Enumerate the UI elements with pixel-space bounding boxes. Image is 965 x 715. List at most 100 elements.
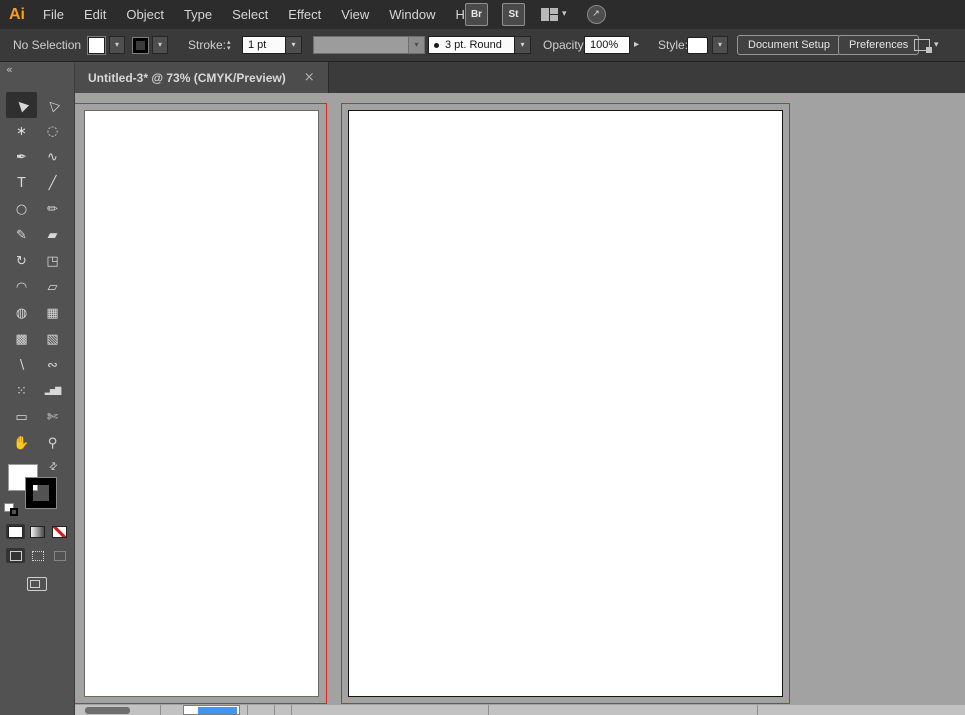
menu-effect[interactable]: Effect bbox=[278, 0, 331, 29]
stroke-weight-dropdown-icon[interactable]: ▾ bbox=[286, 36, 302, 54]
magic-wand-tool-icon: ∗ bbox=[16, 123, 27, 139]
horizontal-scrollbar-thumb[interactable] bbox=[85, 707, 130, 714]
menu-edit[interactable]: Edit bbox=[74, 0, 116, 29]
zoom-tool[interactable]: ⚲ bbox=[37, 430, 68, 456]
panel-extra-options[interactable]: ▾ bbox=[914, 29, 939, 61]
close-tab-icon[interactable]: × bbox=[304, 71, 315, 84]
pen-tool[interactable]: ✒ bbox=[6, 144, 37, 170]
drawing-modes-row bbox=[6, 548, 69, 563]
mesh-tool[interactable]: ▩ bbox=[6, 326, 37, 352]
selection-tool-icon: ▶ bbox=[12, 96, 31, 114]
gradient-button[interactable] bbox=[28, 524, 47, 539]
chevron-down-icon[interactable]: ▾ bbox=[152, 36, 168, 54]
menu-type[interactable]: Type bbox=[174, 0, 222, 29]
change-screen-mode-button[interactable] bbox=[20, 572, 54, 596]
artboard-tool[interactable]: ▭ bbox=[6, 404, 37, 430]
style-swatch[interactable] bbox=[687, 36, 708, 54]
stroke-weight-stepper[interactable]: ▴ ▾ bbox=[227, 29, 231, 61]
symbol-sprayer-tool[interactable]: ⁙ bbox=[6, 378, 37, 404]
draw-behind-button[interactable] bbox=[28, 548, 47, 563]
perspective-grid-tool-icon: ▦ bbox=[46, 305, 59, 321]
zoom-level-field[interactable] bbox=[183, 705, 240, 715]
document-tab[interactable]: Untitled-3* @ 73% (CMYK/Preview) × bbox=[75, 62, 329, 93]
default-fill-stroke-icon[interactable] bbox=[4, 503, 18, 516]
preferences-button[interactable]: Preferences bbox=[838, 35, 920, 55]
none-button[interactable] bbox=[50, 524, 69, 539]
slice-tool[interactable]: ✄ bbox=[37, 404, 68, 430]
document-setup-button[interactable]: Document Setup bbox=[737, 35, 841, 55]
stroke-color-control[interactable]: ▾ bbox=[133, 29, 168, 61]
workspace-switcher-icon[interactable] bbox=[541, 7, 558, 22]
eyedropper-tool[interactable]: ∖ bbox=[6, 352, 37, 378]
chevron-down-icon[interactable]: ▾ bbox=[109, 36, 125, 54]
symbol-sprayer-tool-icon: ⁙ bbox=[16, 383, 27, 399]
selection-status-label: No Selection bbox=[13, 38, 82, 52]
direct-selection-tool[interactable]: ▷ bbox=[37, 92, 68, 118]
menu-file[interactable]: File bbox=[33, 0, 74, 29]
rotate-tool[interactable]: ↻ bbox=[6, 248, 37, 274]
column-graph-tool[interactable]: ▂▅▇ bbox=[37, 378, 68, 404]
opacity-label[interactable]: Opacity: bbox=[543, 38, 587, 52]
hand-tool[interactable]: ✋ bbox=[6, 430, 37, 456]
lasso-tool[interactable]: ◌ bbox=[37, 118, 68, 144]
stroke-color-indicator[interactable] bbox=[26, 478, 56, 508]
document-tab-bar: Untitled-3* @ 73% (CMYK/Preview) × bbox=[75, 62, 965, 93]
width-tool[interactable]: ◠ bbox=[6, 274, 37, 300]
free-transform-tool[interactable]: ▱ bbox=[37, 274, 68, 300]
swap-fill-stroke-icon[interactable]: ⇄ bbox=[47, 460, 61, 474]
stroke-label: Stroke: bbox=[188, 38, 227, 52]
document-setup-group: Document Setup bbox=[737, 29, 841, 61]
rotate-tool-icon: ↻ bbox=[16, 253, 27, 269]
chevron-down-icon[interactable]: ▾ bbox=[562, 10, 567, 19]
stepper-down-icon: ▾ bbox=[227, 44, 231, 52]
go-to-bridge-button[interactable]: Br bbox=[465, 3, 488, 26]
magic-wand-tool[interactable]: ∗ bbox=[6, 118, 37, 144]
style-dropdown-icon[interactable]: ▾ bbox=[712, 36, 728, 54]
stroke-weight-input[interactable]: 1 pt bbox=[242, 36, 286, 54]
brush-dropdown-icon[interactable]: ▾ bbox=[515, 36, 531, 54]
gradient-tool[interactable]: ▧ bbox=[37, 326, 68, 352]
draw-normal-button[interactable] bbox=[6, 548, 25, 563]
stroke-color-swatch[interactable] bbox=[133, 37, 148, 53]
pencil-tool-icon: ✎ bbox=[16, 227, 27, 243]
shape-builder-tool[interactable]: ◍ bbox=[6, 300, 37, 326]
status-bar[interactable] bbox=[75, 705, 965, 715]
gpu-performance-icon[interactable]: ↗ bbox=[586, 5, 606, 24]
status-bar-divider bbox=[291, 705, 292, 715]
collapse-panel-icon[interactable]: « bbox=[6, 64, 13, 75]
slice-tool-icon: ✄ bbox=[47, 409, 58, 425]
opacity-input[interactable]: 100% bbox=[584, 36, 630, 54]
menu-select[interactable]: Select bbox=[222, 0, 278, 29]
selection-tool[interactable]: ▶ bbox=[6, 92, 37, 118]
status-bar-divider bbox=[757, 705, 758, 715]
type-tool[interactable]: T bbox=[6, 170, 37, 196]
fill-color-swatch[interactable] bbox=[88, 36, 105, 54]
brush-definition-field[interactable]: 3 pt. Round bbox=[428, 36, 515, 54]
style-combo[interactable]: ▾ bbox=[687, 29, 728, 61]
illustrator-logo: Ai bbox=[9, 5, 25, 23]
line-segment-tool[interactable]: ╱ bbox=[37, 170, 68, 196]
menu-view[interactable]: View bbox=[331, 0, 379, 29]
curvature-tool[interactable]: ∿ bbox=[37, 144, 68, 170]
fill-color-control[interactable]: ▾ bbox=[88, 29, 125, 61]
gradient-tool-icon: ▧ bbox=[46, 331, 59, 347]
artboard-1[interactable] bbox=[84, 110, 319, 697]
menu-window[interactable]: Window bbox=[379, 0, 445, 29]
column-graph-tool-icon: ▂▅▇ bbox=[44, 386, 62, 395]
scale-tool[interactable]: ◳ bbox=[37, 248, 68, 274]
blend-tool[interactable]: ∾ bbox=[37, 352, 68, 378]
shape-builder-tool-icon: ◍ bbox=[15, 305, 28, 321]
perspective-grid-tool[interactable]: ▦ bbox=[37, 300, 68, 326]
adobe-stock-button[interactable]: St bbox=[502, 3, 525, 26]
paintbrush-tool[interactable]: ✏ bbox=[37, 196, 68, 222]
color-button[interactable] bbox=[6, 524, 25, 539]
artboard-2[interactable] bbox=[348, 110, 783, 697]
pencil-tool[interactable]: ✎ bbox=[6, 222, 37, 248]
menu-object[interactable]: Object bbox=[116, 0, 174, 29]
ellipse-tool[interactable]: ○ bbox=[6, 196, 37, 222]
status-bar-divider bbox=[247, 705, 248, 715]
eraser-tool[interactable]: ▰ bbox=[37, 222, 68, 248]
brush-name: 3 pt. Round bbox=[445, 39, 502, 51]
canvas-area[interactable] bbox=[75, 93, 965, 705]
opacity-dropdown-icon[interactable]: ▸ bbox=[634, 40, 639, 50]
